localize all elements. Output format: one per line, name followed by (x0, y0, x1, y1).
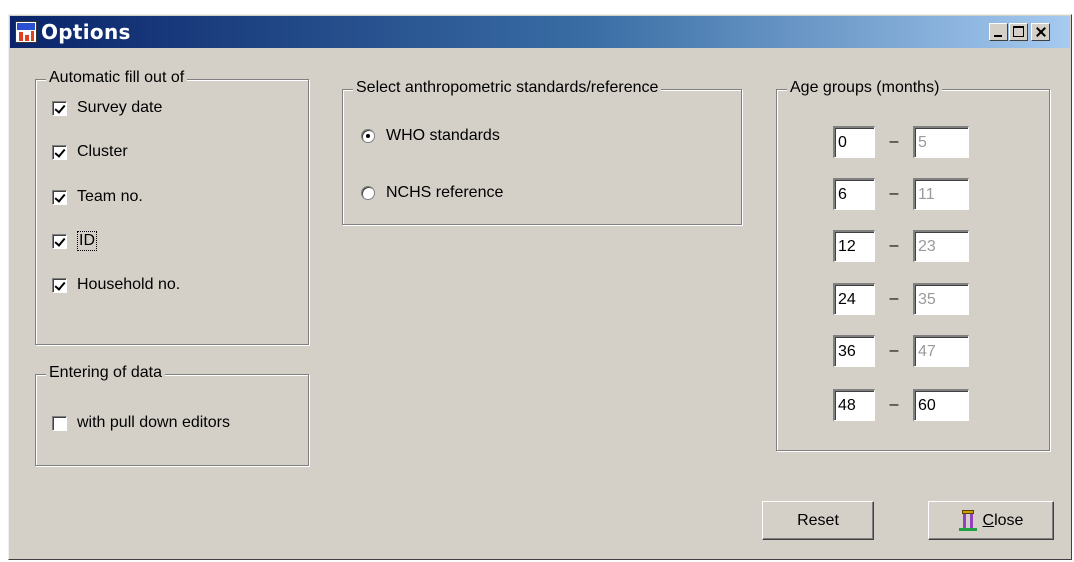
age-from-input[interactable] (833, 230, 875, 262)
maximize-icon[interactable] (1009, 23, 1028, 41)
standards-legend: Select anthropometric standards/referenc… (353, 79, 662, 97)
who-app-icon[interactable] (15, 21, 37, 43)
radio-label: WHO standards (386, 127, 500, 144)
radio-button[interactable] (361, 129, 375, 143)
radio-button[interactable] (361, 186, 375, 200)
title-bar[interactable]: Options (10, 16, 1070, 48)
exit-door-icon (958, 509, 977, 533)
entering-group: Entering of data with pull down editors (35, 364, 309, 466)
checkbox-survey-date[interactable]: Survey date (52, 98, 162, 118)
checkbox-label: Cluster (77, 143, 128, 160)
checkbox-label: with pull down editors (77, 414, 230, 431)
checkbox-cluster[interactable]: Cluster (52, 142, 128, 162)
age-group-row: – (833, 389, 969, 421)
checkbox-label: Survey date (77, 99, 163, 116)
reset-button[interactable]: Reset (762, 501, 874, 540)
age-from-input[interactable] (833, 126, 875, 158)
checkbox-id[interactable]: ID (52, 231, 97, 251)
checkbox-box[interactable] (52, 100, 67, 116)
checkbox-label: ID (77, 231, 97, 251)
age-group-row: – (833, 178, 969, 210)
checkbox-household-no[interactable]: Household no. (52, 275, 180, 295)
window-title: Options (41, 20, 131, 44)
checkbox-label: Household no. (77, 276, 181, 293)
age-groups-group: Age groups (months) – – – – – – (776, 79, 1050, 451)
checkbox-box[interactable] (52, 189, 67, 205)
autofill-group: Automatic fill out of Survey date Cluste… (35, 69, 309, 345)
range-separator: – (889, 185, 899, 202)
age-to-input (913, 283, 969, 315)
range-separator: – (889, 237, 899, 254)
age-group-row: – (833, 230, 969, 262)
age-groups-legend: Age groups (months) (787, 79, 943, 97)
standards-group: Select anthropometric standards/referenc… (342, 79, 742, 225)
checkbox-box[interactable] (52, 415, 67, 431)
range-separator: – (889, 133, 899, 150)
age-from-input[interactable] (833, 389, 875, 421)
age-from-input[interactable] (833, 335, 875, 367)
age-group-row: – (833, 126, 969, 158)
age-group-row: – (833, 283, 969, 315)
reset-button-label: Reset (797, 511, 839, 529)
age-to-input (913, 126, 969, 158)
age-from-input[interactable] (833, 283, 875, 315)
age-to-input (913, 335, 969, 367)
close-x-icon[interactable] (1031, 23, 1050, 41)
range-separator: – (889, 342, 899, 359)
age-to-input (913, 178, 969, 210)
checkbox-box[interactable] (52, 277, 67, 293)
age-to-input (913, 230, 969, 262)
close-button-label: Close (983, 512, 1024, 530)
close-label-rest: lose (994, 511, 1024, 529)
entering-legend: Entering of data (46, 364, 165, 382)
autofill-legend: Automatic fill out of (46, 69, 188, 87)
age-from-input[interactable] (833, 178, 875, 210)
close-button[interactable]: Close (928, 501, 1054, 540)
minimize-icon[interactable] (989, 23, 1008, 41)
radio-nchs-reference[interactable]: NCHS reference (361, 183, 503, 203)
age-group-row: – (833, 335, 969, 367)
checkbox-team-no[interactable]: Team no. (52, 187, 143, 207)
options-dialog: Options Automatic fill out of Survey dat… (8, 14, 1072, 560)
checkbox-box[interactable] (52, 144, 67, 160)
radio-who-standards[interactable]: WHO standards (361, 126, 500, 146)
checkbox-pull-down-editors[interactable]: with pull down editors (52, 413, 230, 433)
checkbox-box[interactable] (52, 233, 67, 249)
close-mnemonic: C (982, 511, 995, 529)
checkbox-label: Team no. (77, 188, 143, 205)
range-separator: – (889, 290, 899, 307)
range-separator: – (889, 396, 899, 413)
age-to-input-last[interactable] (913, 389, 969, 421)
radio-label: NCHS reference (386, 184, 504, 201)
